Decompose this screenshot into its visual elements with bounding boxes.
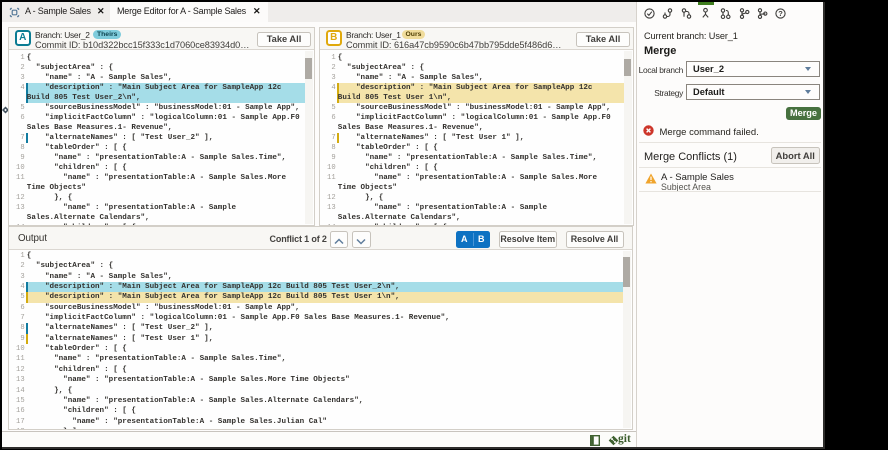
svg-text:?: ?	[778, 9, 783, 18]
